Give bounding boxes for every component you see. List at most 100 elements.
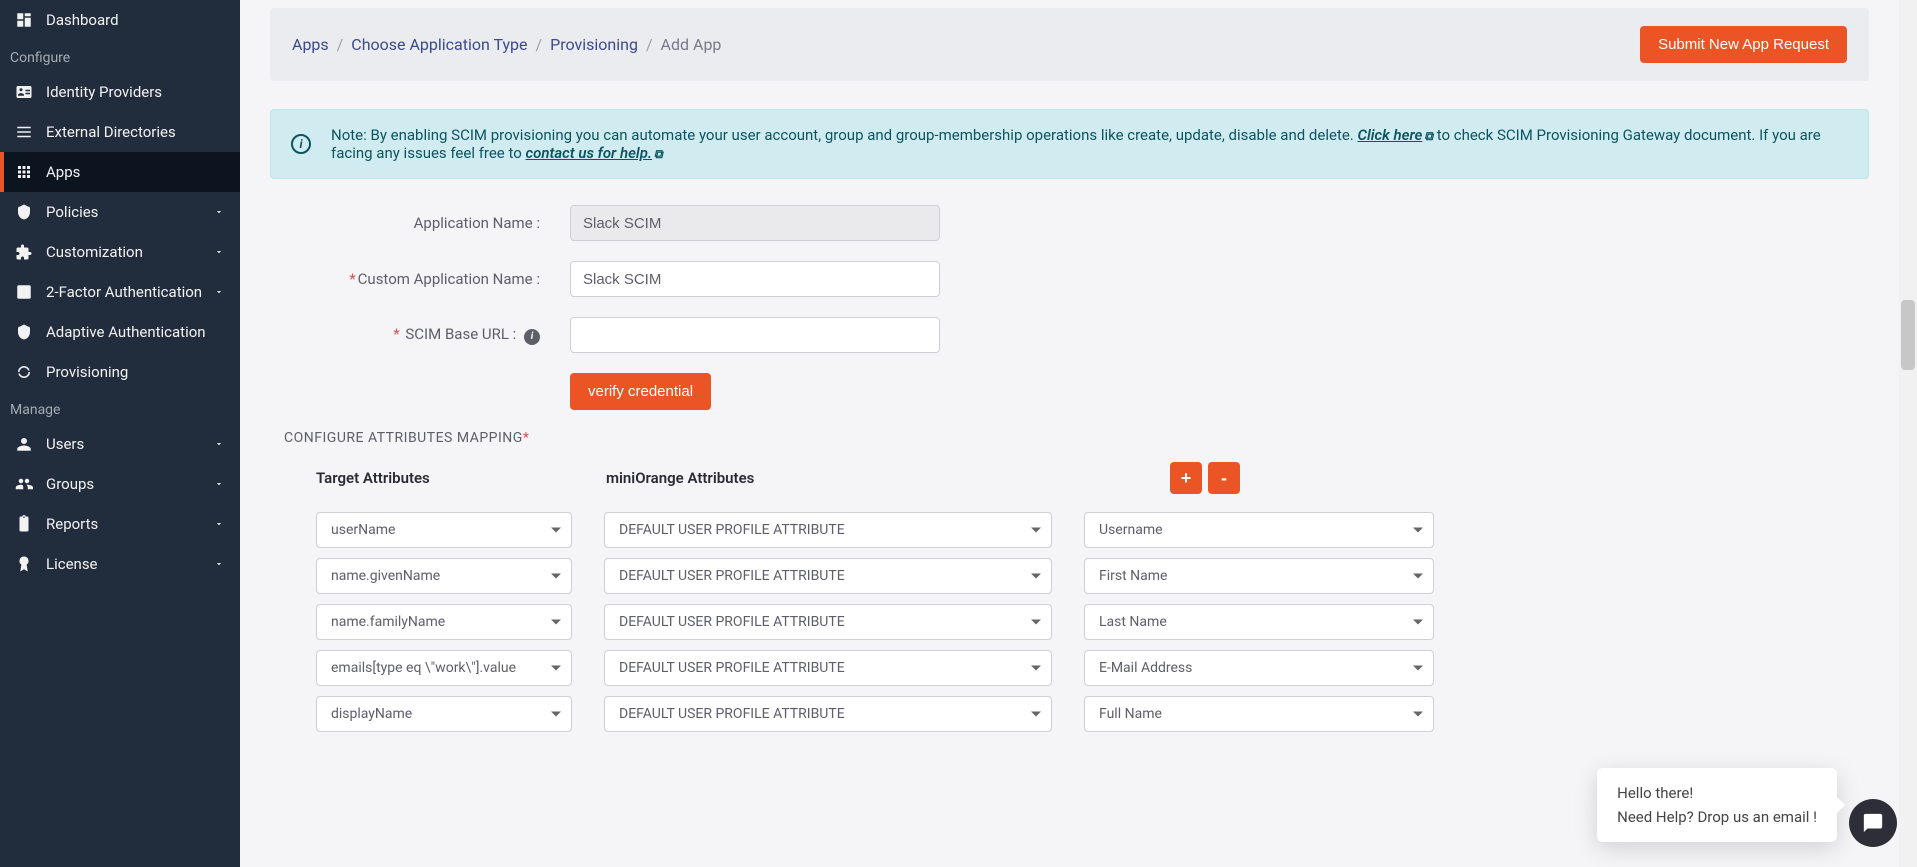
sidebar-item-policies[interactable]: Policies	[0, 192, 240, 232]
breadcrumb-item-provisioning[interactable]: Provisioning	[550, 35, 638, 54]
target-attribute-select[interactable]: userName	[316, 512, 572, 548]
sidebar-item-license[interactable]: License	[0, 544, 240, 584]
dashboard-icon	[14, 10, 34, 30]
puzzle-icon	[14, 242, 34, 262]
target-attribute-select[interactable]: name.familyName	[316, 604, 572, 640]
sidebar-item-label: 2-Factor Authentication	[46, 283, 202, 301]
breadcrumb-item-choose-type[interactable]: Choose Application Type	[351, 35, 527, 54]
mo-attribute-select[interactable]: DEFAULT USER PROFILE ATTRIBUTE	[604, 650, 1052, 686]
attribute-row: name.givenName DEFAULT USER PROFILE ATTR…	[316, 558, 1869, 594]
value-attribute-select[interactable]: Last Name	[1084, 604, 1434, 640]
click-here-link[interactable]: Click here⧉	[1357, 126, 1432, 144]
value-attribute-select[interactable]: Full Name	[1084, 696, 1434, 732]
sidebar-item-label: Apps	[46, 163, 80, 181]
sidebar-item-label: Provisioning	[46, 363, 128, 381]
list-icon	[14, 122, 34, 142]
help-tooltip-icon[interactable]: i	[524, 329, 540, 345]
breadcrumb-sep: /	[337, 35, 344, 54]
breadcrumb-sep: /	[536, 35, 543, 54]
submit-new-app-button[interactable]: Submit New App Request	[1640, 26, 1847, 63]
scim-url-input[interactable]	[570, 317, 940, 353]
target-attribute-select[interactable]: emails[type eq \"work\"].value	[316, 650, 572, 686]
attributes-mapping-heading: CONFIGURE ATTRIBUTES MAPPING*	[284, 430, 1869, 446]
form-row-app-name: Application Name :	[270, 205, 1869, 241]
sidebar-item-apps[interactable]: Apps	[0, 152, 240, 192]
chevron-down-icon	[212, 517, 226, 531]
help-popup: Hello there! Need Help? Drop us an email…	[1597, 768, 1837, 842]
vertical-scrollbar[interactable]	[1899, 0, 1917, 867]
sidebar-item-label: Reports	[46, 515, 98, 533]
external-link-icon: ⧉	[1424, 129, 1433, 144]
attribute-row: name.familyName DEFAULT USER PROFILE ATT…	[316, 604, 1869, 640]
chevron-down-icon	[212, 437, 226, 451]
keypad-icon	[14, 282, 34, 302]
sidebar-item-label: Customization	[46, 243, 143, 261]
app-name-label: Application Name :	[270, 214, 570, 232]
chat-launcher-button[interactable]	[1849, 799, 1897, 847]
attribute-row: userName DEFAULT USER PROFILE ATTRIBUTE …	[316, 512, 1869, 548]
sidebar-item-external-directories[interactable]: External Directories	[0, 112, 240, 152]
value-attribute-select[interactable]: E-Mail Address	[1084, 650, 1434, 686]
sidebar-item-groups[interactable]: Groups	[0, 464, 240, 504]
info-icon: i	[291, 134, 311, 154]
chevron-down-icon	[212, 205, 226, 219]
form-row-verify: verify credential	[270, 373, 1869, 410]
chevron-down-icon	[212, 477, 226, 491]
breadcrumb-item-add-app: Add App	[661, 35, 722, 54]
sidebar-item-label: Policies	[46, 203, 98, 221]
attribute-buttons: + -	[1170, 462, 1869, 494]
id-card-icon	[14, 82, 34, 102]
col-target-attributes: Target Attributes	[316, 469, 606, 487]
form-row-scim-url: * SCIM Base URL : i	[270, 317, 1869, 353]
help-popup-line2: Need Help? Drop us an email !	[1617, 808, 1817, 826]
sidebar-item-label: Identity Providers	[46, 83, 162, 101]
verify-credential-button[interactable]: verify credential	[570, 373, 711, 410]
sidebar: Dashboard Configure Identity Providers E…	[0, 0, 240, 867]
help-popup-line1: Hello there!	[1617, 784, 1817, 802]
clipboard-icon	[14, 514, 34, 534]
custom-name-label: *Custom Application Name :	[270, 270, 570, 288]
form-row-custom-name: *Custom Application Name :	[270, 261, 1869, 297]
breadcrumb: Apps / Choose Application Type / Provisi…	[292, 35, 721, 54]
sidebar- section-configure: Configure	[0, 40, 240, 72]
mo-attribute-select[interactable]: DEFAULT USER PROFILE ATTRIBUTE	[604, 696, 1052, 732]
mo-attribute-select[interactable]: DEFAULT USER PROFILE ATTRIBUTE	[604, 512, 1052, 548]
sidebar-item-label: Users	[46, 435, 84, 453]
custom-name-input[interactable]	[570, 261, 940, 297]
target-attribute-select[interactable]: displayName	[316, 696, 572, 732]
chevron-down-icon	[212, 285, 226, 299]
sidebar-item-identity-providers[interactable]: Identity Providers	[0, 72, 240, 112]
sidebar-item-users[interactable]: Users	[0, 424, 240, 464]
award-icon	[14, 554, 34, 574]
shield-icon	[14, 202, 34, 222]
contact-us-link[interactable]: contact us for help.⧉	[526, 144, 663, 162]
app-name-input	[570, 205, 940, 241]
value-attribute-select[interactable]: Username	[1084, 512, 1434, 548]
attributes-header: Target Attributes miniOrange Attributes …	[316, 462, 1869, 494]
info-note-prefix: Note: By enabling SCIM provisioning you …	[331, 126, 1357, 144]
sidebar-item-adaptive-auth[interactable]: Adaptive Authentication	[0, 312, 240, 352]
sidebar-item-dashboard[interactable]: Dashboard	[0, 0, 240, 40]
chevron-down-icon	[212, 557, 226, 571]
breadcrumb-sep: /	[646, 35, 653, 54]
sidebar-item-customization[interactable]: Customization	[0, 232, 240, 272]
sidebar-item-reports[interactable]: Reports	[0, 504, 240, 544]
breadcrumb-item-apps[interactable]: Apps	[292, 35, 329, 54]
topbar: Apps / Choose Application Type / Provisi…	[270, 8, 1869, 81]
sidebar-item-2fa[interactable]: 2-Factor Authentication	[0, 272, 240, 312]
target-attribute-select[interactable]: name.givenName	[316, 558, 572, 594]
remove-attribute-button[interactable]: -	[1208, 462, 1240, 494]
value-attribute-select[interactable]: First Name	[1084, 558, 1434, 594]
mo-attribute-select[interactable]: DEFAULT USER PROFILE ATTRIBUTE	[604, 558, 1052, 594]
mo-attribute-select[interactable]: DEFAULT USER PROFILE ATTRIBUTE	[604, 604, 1052, 640]
sidebar-item-provisioning[interactable]: Provisioning	[0, 352, 240, 392]
sidebar-item-label: Adaptive Authentication	[46, 323, 206, 341]
shield-check-icon	[14, 322, 34, 342]
attribute-row: emails[type eq \"work\"].value DEFAULT U…	[316, 650, 1869, 686]
external-link-icon: ⧉	[654, 147, 663, 162]
attribute-row: displayName DEFAULT USER PROFILE ATTRIBU…	[316, 696, 1869, 732]
add-attribute-button[interactable]: +	[1170, 462, 1202, 494]
scrollbar-thumb[interactable]	[1901, 300, 1915, 370]
col-miniorange-attributes: miniOrange Attributes	[606, 469, 1086, 487]
group-icon	[14, 474, 34, 494]
